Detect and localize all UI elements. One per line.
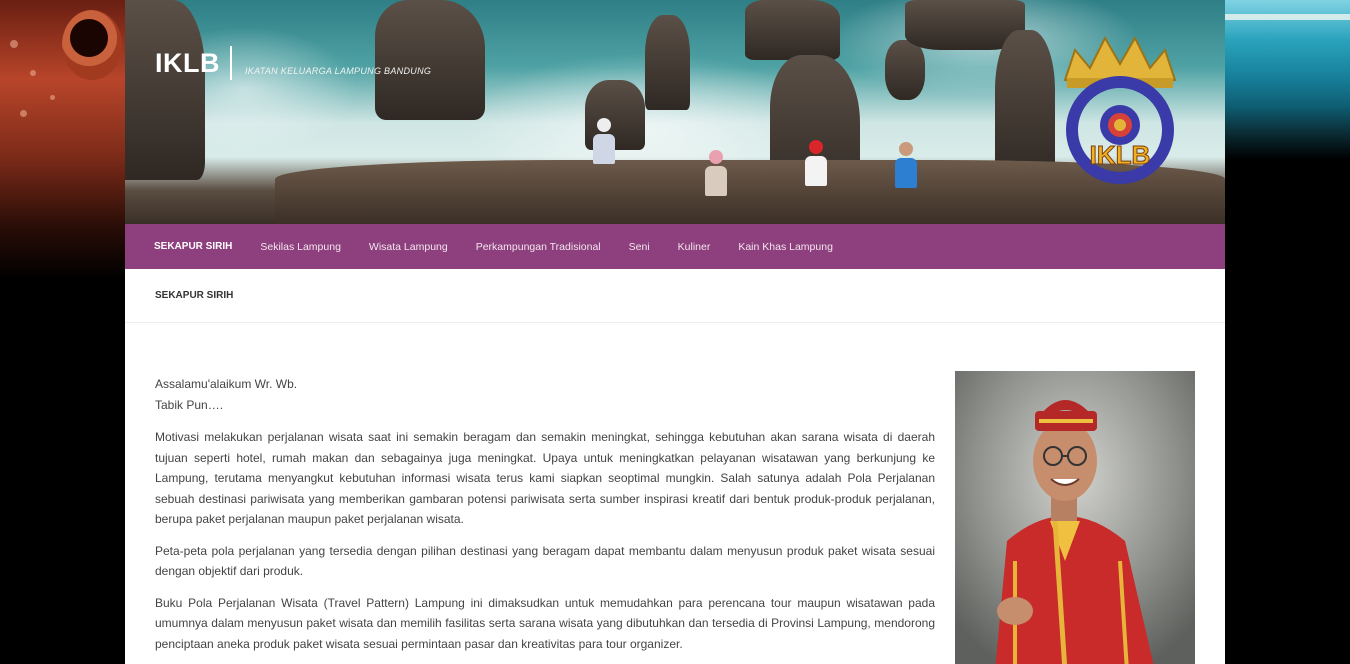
portrait-image [955, 371, 1195, 664]
page-container: IKLB IKATAN KELUARGA LAMPUNG BANDUNG IKL… [125, 0, 1225, 664]
divider [125, 322, 1225, 323]
banner-person [705, 150, 727, 210]
logo-letters: IKLB [1090, 140, 1151, 170]
article-paragraph: Peta-peta pola perjalanan yang tersedia … [155, 543, 935, 579]
site-title[interactable]: IKLB [155, 46, 232, 80]
header-banner: IKLB IKATAN KELUARGA LAMPUNG BANDUNG IKL… [125, 0, 1225, 224]
flower-spot [10, 40, 18, 48]
article-paragraph: Motivasi melakukan perjalanan wisata saa… [155, 430, 935, 526]
flower-spot [30, 70, 36, 76]
nav-item-seni[interactable]: Seni [629, 241, 650, 253]
banner-person [593, 118, 615, 178]
nav-item-sekilas-lampung[interactable]: Sekilas Lampung [260, 241, 341, 253]
background-left-flower [0, 0, 125, 664]
background-right-sea [1225, 0, 1350, 664]
nav-item-kain-khas-lampung[interactable]: Kain Khas Lampung [738, 241, 833, 253]
banner-person [895, 142, 917, 202]
iklb-emblem-icon[interactable]: IKLB [1045, 30, 1195, 190]
nav-item-perkampungan-tradisional[interactable]: Perkampungan Tradisional [476, 241, 601, 253]
nav-item-kuliner[interactable]: Kuliner [678, 241, 711, 253]
article-body: Assalamu'alaikum Wr. Wb. Tabik Pun…. Mot… [155, 374, 935, 664]
flower-spot [50, 95, 55, 100]
greeting-line: Tabik Pun…. [155, 397, 224, 412]
banner-rock [745, 0, 840, 60]
flower-petal-shape [62, 10, 122, 80]
greeting-line: Assalamu'alaikum Wr. Wb. [155, 377, 298, 391]
main-nav: SEKAPUR SIRIH Sekilas Lampung Wisata Lam… [125, 224, 1225, 269]
banner-rock [125, 0, 205, 180]
nav-item-wisata-lampung[interactable]: Wisata Lampung [369, 241, 448, 253]
site-tagline: IKATAN KELUARGA LAMPUNG BANDUNG [245, 66, 432, 76]
shoreline [1225, 14, 1350, 20]
banner-rock [375, 0, 485, 120]
flower-spot [20, 110, 27, 117]
banner-person [805, 140, 827, 200]
greeting: Assalamu'alaikum Wr. Wb. Tabik Pun…. [155, 374, 935, 415]
banner-rock [885, 40, 925, 100]
nav-item-sekapur-sirih[interactable]: SEKAPUR SIRIH [154, 241, 232, 252]
banner-rock [645, 15, 690, 110]
article-paragraph: Buku Pola Perjalanan Wisata (Travel Patt… [155, 595, 935, 651]
page-title: SEKAPUR SIRIH [155, 290, 234, 301]
